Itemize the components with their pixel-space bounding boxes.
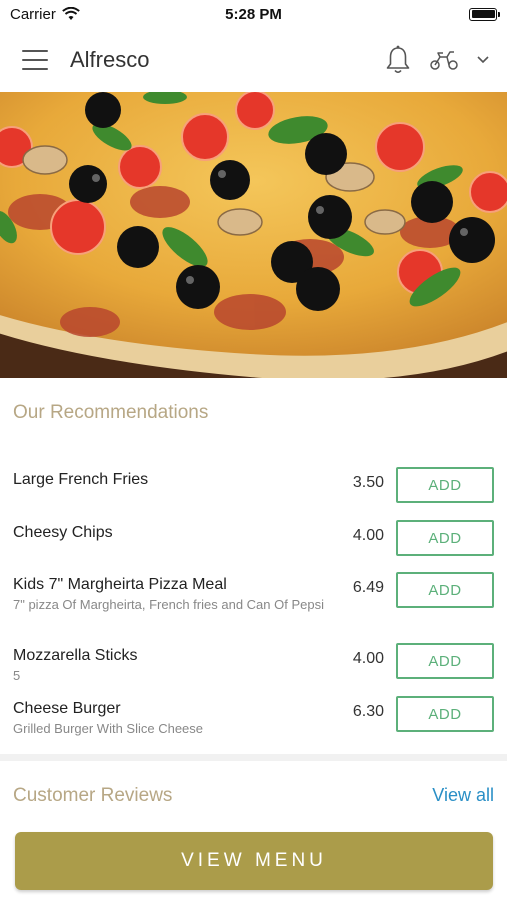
carrier-label: Carrier [10,5,56,23]
menu-icon[interactable] [22,50,48,70]
list-item: Mozzarella Sticks 5 4.00 ADD [13,643,494,695]
item-description: 5 [13,668,21,683]
reviews-title: Customer Reviews [13,785,173,806]
chevron-down-icon[interactable] [477,56,489,64]
reviews-section: Customer Reviews View all [0,761,507,821]
item-price: 6.30 [352,703,384,720]
recommendations-title: Our Recommendations [13,402,209,423]
status-bar: Carrier 5:28 PM [0,0,507,28]
item-name: Cheesy Chips [13,524,113,541]
add-button[interactable]: ADD [396,572,494,608]
bell-icon[interactable] [385,45,411,75]
list-item: Cheesy Chips 4.00 ADD [13,520,494,572]
app-header: Alfresco [0,28,507,92]
item-name: Kids 7" Margheirta Pizza Meal [13,576,227,593]
section-divider [0,754,507,761]
add-button[interactable]: ADD [396,643,494,679]
item-name: Mozzarella Sticks [13,647,138,664]
add-button[interactable]: ADD [396,696,494,732]
add-button[interactable]: ADD [396,467,494,503]
pizza-illustration [0,92,507,378]
item-description: Grilled Burger With Slice Cheese [13,721,204,736]
view-all-link[interactable]: View all [432,785,494,806]
item-price: 4.00 [352,527,384,544]
item-price: 4.00 [352,650,384,667]
list-item: Large French Fries 3.50 ADD [13,467,494,519]
add-button[interactable]: ADD [396,520,494,556]
status-left: Carrier [10,6,80,23]
scooter-icon[interactable] [429,49,459,71]
header-icons [385,45,489,75]
view-menu-button[interactable]: VIEW MENU [15,832,493,890]
list-item: Cheese Burger Grilled Burger With Slice … [13,696,494,748]
app-title: Alfresco [70,47,150,72]
hero-pizza-image [0,92,507,378]
item-name: Large French Fries [13,471,149,488]
wifi-icon [62,7,80,20]
item-price: 6.49 [352,579,384,596]
list-item: Kids 7" Margheirta Pizza Meal 7" pizza O… [13,572,494,624]
item-price: 3.50 [352,474,384,491]
item-name: Cheese Burger [13,700,121,717]
battery-icon [469,7,500,21]
item-description: 7" pizza Of Margheirta, French fries and… [13,597,324,612]
